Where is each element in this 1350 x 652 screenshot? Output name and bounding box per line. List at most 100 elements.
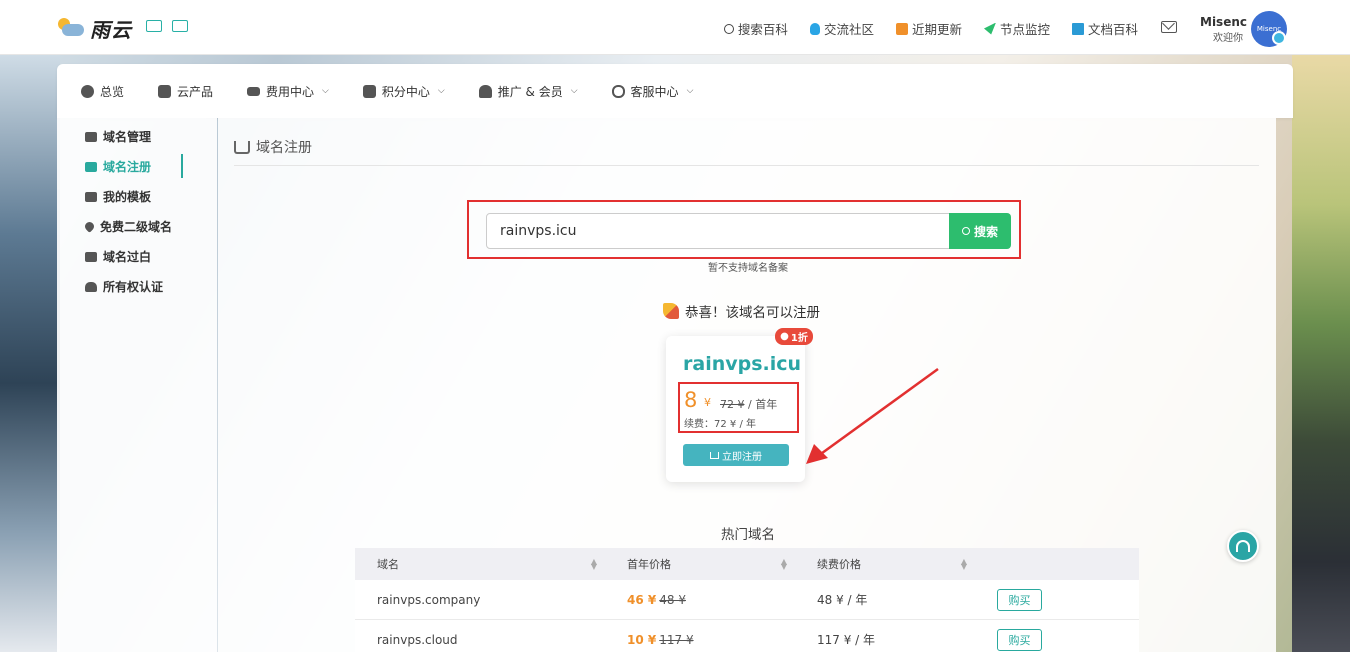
- domain-search-input[interactable]: rainvps.icu: [486, 213, 950, 249]
- user-info[interactable]: Misenc 欢迎你: [1200, 15, 1247, 44]
- logo-badges: [146, 20, 188, 32]
- users-icon: [478, 84, 492, 98]
- price-renew: 续费：72 ¥ / 年: [684, 419, 756, 430]
- user-greeting: 欢迎你: [1213, 33, 1243, 44]
- sidebar-item-ownership[interactable]: 所有权认证: [85, 278, 163, 295]
- row-domain: rainvps.cloud: [377, 632, 458, 647]
- cogs-icon: [85, 131, 97, 142]
- chevron-down-icon: ⌵: [322, 86, 329, 96]
- send-icon: [983, 22, 996, 35]
- image-icon[interactable]: [146, 20, 162, 32]
- sidebar-item-templates[interactable]: 我的模板: [85, 188, 151, 205]
- sidebar-item-label: 域名注册: [103, 160, 152, 174]
- divider: [234, 165, 1259, 166]
- sidebar-item-label: 免费二级域名: [100, 220, 173, 234]
- price-currency: ¥: [704, 396, 711, 409]
- user-name: Misenc: [1200, 15, 1247, 29]
- page-title: 域名注册: [234, 137, 312, 157]
- search-button[interactable]: 搜索: [949, 213, 1011, 249]
- background-art-right: [1292, 55, 1350, 652]
- column-renew[interactable]: 续费价格 ▲ ▼: [795, 548, 975, 580]
- column-domain[interactable]: 域名 ▲ ▼: [355, 548, 605, 580]
- nav-label: 积分中心: [381, 84, 430, 99]
- search-icon: [961, 227, 970, 235]
- gift-icon: [362, 84, 376, 98]
- top-nav-node-monitor[interactable]: 节点监控: [983, 19, 1050, 38]
- discount-badge: ● 1折: [775, 328, 813, 345]
- sidebar-item-label: 域名管理: [103, 130, 152, 144]
- heart-icon: [83, 220, 96, 233]
- column-label: 域名: [377, 558, 399, 571]
- price-old-suffix: / 首年: [748, 398, 778, 411]
- sidebar-item-whitelist[interactable]: 域名过白: [85, 248, 151, 265]
- top-nav-label: 节点监控: [999, 22, 1050, 37]
- column-label: 续费价格: [817, 558, 861, 571]
- top-nav-updates[interactable]: 近期更新: [895, 19, 962, 38]
- result-domain: rainvps.icu: [683, 353, 802, 375]
- chevron-down-icon: ⌵: [570, 86, 578, 96]
- nav-points[interactable]: 积分中心 ⌵: [362, 83, 445, 100]
- discount-badge-text: 1折: [790, 333, 808, 344]
- fire-icon: ●: [780, 331, 789, 342]
- buy-button[interactable]: 购买: [997, 628, 1042, 651]
- sidebar-item-label: 我的模板: [103, 190, 152, 204]
- search-highlight-box: rainvps.icu 搜索: [467, 200, 1021, 259]
- open-book-icon: [1071, 22, 1084, 35]
- chevron-down-icon: ⌵: [437, 86, 445, 96]
- top-nav-label: 交流社区: [823, 22, 874, 37]
- column-first-year[interactable]: 首年价格 ▲ ▼: [605, 548, 795, 580]
- sidebar-item-domain-manage[interactable]: 域名管理: [85, 128, 151, 145]
- buy-button[interactable]: 购买: [997, 588, 1042, 611]
- support-chat-button[interactable]: [1227, 530, 1259, 562]
- nav-billing[interactable]: 费用中心 ⌵: [247, 83, 329, 100]
- price-now: 8: [684, 388, 698, 412]
- search-button-label: 搜索: [973, 224, 998, 239]
- top-nav: 搜索百科 交流社区 近期更新 节点监控 文档百科: [723, 19, 1138, 38]
- translate-icon[interactable]: [172, 20, 188, 32]
- sidebar-item-free-subdomain[interactable]: 免费二级域名: [83, 218, 173, 235]
- nav-overview[interactable]: 总览: [81, 83, 124, 100]
- nav-support[interactable]: 客服中心 ⌵: [611, 83, 693, 100]
- headset-icon: [611, 84, 625, 98]
- price-highlight-box: 8 ¥ 72 ¥ / 首年 续费：72 ¥ / 年: [678, 382, 799, 433]
- inbox-icon: [85, 251, 97, 262]
- row-first-year-price: 46 ¥48 ¥: [605, 593, 795, 607]
- nav-label: 总览: [100, 84, 125, 99]
- result-message: 恭喜！该域名可以注册: [663, 301, 820, 321]
- party-popper-icon: [663, 303, 679, 319]
- column-action: [975, 548, 1139, 580]
- register-now-label: 立即注册: [722, 451, 762, 463]
- nav-referral[interactable]: 推广 & 会员 ⌵: [478, 83, 578, 100]
- headset-icon: [1236, 540, 1250, 552]
- sort-icon: ▲ ▼: [960, 557, 967, 571]
- register-now-button[interactable]: 立即注册: [683, 444, 789, 466]
- cart-icon: [234, 140, 250, 154]
- sidebar-item-label: 域名过白: [103, 250, 152, 264]
- row-renew-price: 117 ¥ / 年: [817, 633, 876, 647]
- sidebar-item-domain-register[interactable]: 域名注册: [85, 158, 151, 175]
- nav-cloud-products[interactable]: 云产品: [158, 83, 213, 100]
- mail-icon[interactable]: [1161, 21, 1177, 33]
- price-old: 48 ¥: [659, 592, 686, 607]
- top-nav-label: 搜索百科: [737, 22, 788, 37]
- top-nav-search-wiki[interactable]: 搜索百科: [723, 19, 788, 38]
- brand-name: 雨云: [90, 18, 132, 42]
- brand-logo[interactable]: 雨云: [56, 14, 132, 43]
- nav-label: 云产品: [177, 84, 214, 99]
- nav-label: 推广 & 会员: [497, 84, 563, 99]
- result-message-text: 恭喜！该域名可以注册: [685, 305, 820, 321]
- price-old: 117 ¥: [659, 632, 694, 647]
- top-bar: 雨云 搜索百科 交流社区 近期更新 节点监控 文档百科 Misenc 欢迎你 M…: [0, 0, 1350, 55]
- qq-icon: [809, 22, 820, 35]
- money-icon: [247, 86, 261, 96]
- price-now: 46 ¥: [627, 592, 657, 607]
- top-nav-label: 文档百科: [1087, 22, 1138, 37]
- hot-domains-table: 域名 ▲ ▼ 首年价格 ▲ ▼ 续费价格 ▲ ▼ rainvps.company 46 ¥4…: [355, 548, 1139, 652]
- top-nav-docs[interactable]: 文档百科: [1071, 19, 1138, 38]
- sidebar: 域名管理 域名注册 我的模板 免费二级域名 域名过白 所有权认证: [57, 118, 217, 652]
- table-header: 域名 ▲ ▼ 首年价格 ▲ ▼ 续费价格 ▲ ▼: [355, 548, 1139, 580]
- top-nav-community[interactable]: 交流社区: [809, 19, 874, 38]
- nav-label: 客服中心: [630, 84, 679, 99]
- sidebar-item-label: 所有权认证: [103, 280, 164, 294]
- main-nav: 总览 云产品 费用中心 ⌵ 积分中心 ⌵ 推广 & 会员 ⌵ 客服中心 ⌵: [57, 64, 1293, 118]
